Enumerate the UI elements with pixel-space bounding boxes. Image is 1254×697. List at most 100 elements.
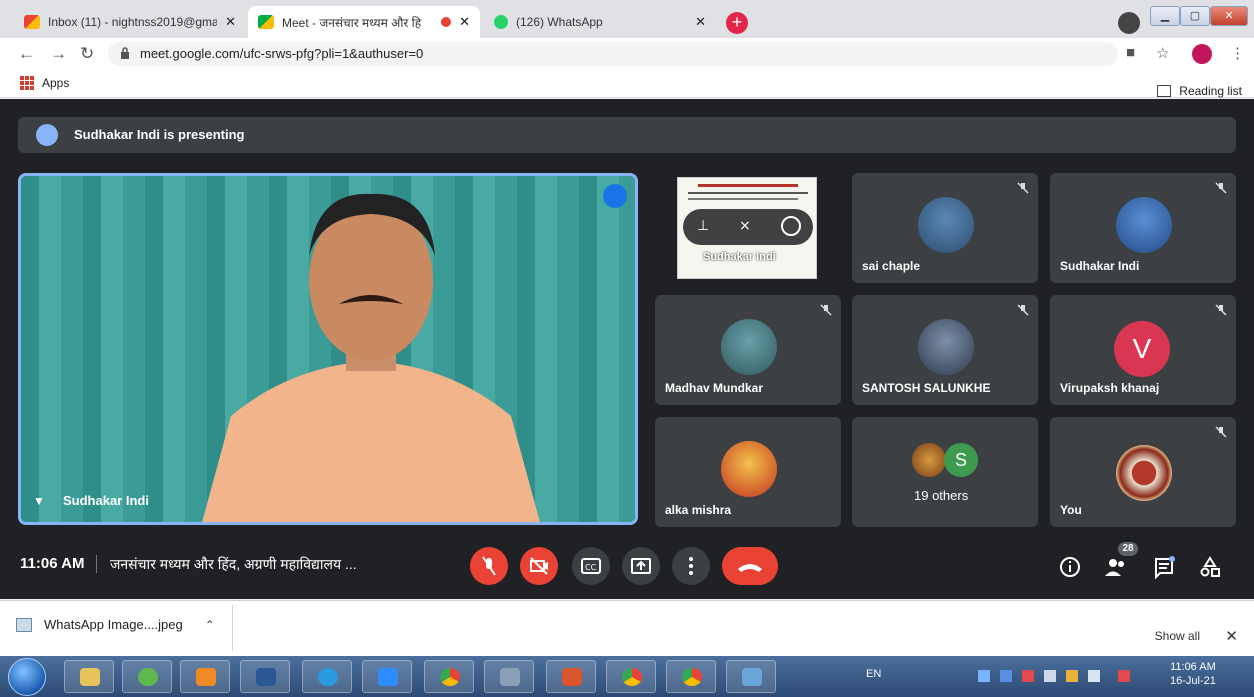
zoom-icon	[378, 668, 398, 686]
chrome-icon	[682, 668, 702, 686]
media-player-icon	[196, 668, 216, 686]
picture-viewer-button[interactable]	[726, 660, 776, 693]
speaker-video	[202, 193, 540, 522]
new-tab-button[interactable]: +	[726, 12, 748, 34]
participant-tile[interactable]: Madhav Mundkar	[655, 295, 841, 405]
start-button[interactable]	[8, 658, 46, 696]
participant-tile[interactable]: sai chaple	[852, 173, 1038, 283]
mute-icon[interactable]: ⨯	[739, 217, 751, 234]
reading-list-button[interactable]: Reading list	[1157, 84, 1242, 98]
outlook-button[interactable]	[546, 660, 596, 693]
address-bar[interactable]: meet.google.com/ufc-srws-pfg?pli=1&authu…	[108, 42, 1118, 66]
participant-name: alka mishra	[665, 503, 732, 517]
media-player-button[interactable]	[180, 660, 230, 693]
tab-label: (126) WhatsApp	[516, 15, 603, 29]
speaking-indicator-icon	[603, 184, 627, 208]
participant-tile[interactable]: SANTOSH SALUNKHE	[852, 295, 1038, 405]
network-icon[interactable]	[1088, 670, 1100, 682]
bookmarks-bar: Apps Reading list	[0, 70, 1254, 98]
camera-permission-icon[interactable]: ■	[1126, 44, 1135, 61]
reload-icon[interactable]: ↻	[80, 44, 94, 64]
calculator-button[interactable]	[484, 660, 534, 693]
download-filename: WhatsApp Image....jpeg	[44, 617, 183, 632]
tray-icon[interactable]	[1044, 670, 1056, 682]
participant-name: Sudhakar Indi	[1060, 259, 1140, 273]
taskbar-app-button[interactable]	[122, 660, 172, 693]
meeting-title: जनसंचार मध्यम और हिंद, अग्रणी महाविद्याल…	[110, 556, 357, 572]
chrome-window-button[interactable]	[666, 660, 716, 693]
extension-icon[interactable]	[1192, 44, 1212, 64]
chrome-profile-button[interactable]	[606, 660, 656, 693]
people-icon[interactable]	[1104, 555, 1128, 579]
bookmark-star-icon[interactable]: ☆	[1156, 44, 1169, 62]
forward-icon[interactable]: →	[50, 44, 67, 64]
maximize-button[interactable]: ▢	[1180, 6, 1210, 26]
svg-text:CC: CC	[585, 563, 597, 572]
avatar: V	[1114, 321, 1170, 377]
meeting-details-icon[interactable]	[1058, 555, 1082, 579]
participant-tile[interactable]: Sudhakar Indi	[1050, 173, 1236, 283]
participant-tile[interactable]: V Virupaksh khanaj	[1050, 295, 1236, 405]
screen-share-tile[interactable]: ⊥ ⨯ Sudhakar Indi	[655, 173, 841, 283]
minimize-button[interactable]: ▁	[1150, 6, 1180, 26]
main-speaker-tile[interactable]: ▼ Sudhakar Indi	[18, 173, 638, 525]
participant-name: SANTOSH SALUNKHE	[862, 381, 991, 395]
leave-call-button[interactable]	[722, 547, 778, 585]
mic-off-icon	[1215, 426, 1227, 438]
presenting-banner: Sudhakar Indi is presenting	[18, 117, 1236, 153]
pin-icon[interactable]: ▼	[33, 494, 45, 508]
present-button[interactable]	[622, 547, 660, 585]
tray-icon[interactable]	[978, 670, 990, 682]
tab-gmail[interactable]: Inbox (11) - nightnss2019@gma ✕	[14, 6, 246, 38]
tray-icon[interactable]	[1000, 670, 1012, 682]
tab-label: Meet - जनसंचार मध्यम और हि	[282, 15, 422, 30]
chrome-button[interactable]	[424, 660, 474, 693]
chat-icon[interactable]	[1152, 555, 1176, 579]
download-item[interactable]: WhatsApp Image....jpeg ⌃	[16, 617, 215, 632]
system-clock[interactable]: 11:06 AM 16-Jul-21	[1170, 660, 1216, 688]
participant-name: Madhav Mundkar	[665, 381, 764, 395]
language-indicator[interactable]: EN	[866, 668, 881, 680]
microphone-button[interactable]	[470, 547, 508, 585]
action-center-icon[interactable]	[1118, 670, 1130, 682]
close-tab-icon[interactable]: ✕	[225, 14, 236, 30]
zoom-button[interactable]	[362, 660, 412, 693]
others-tile[interactable]: S 19 others	[852, 417, 1038, 527]
profile-icon[interactable]	[1118, 12, 1140, 34]
more-options-button[interactable]	[672, 547, 710, 585]
activities-icon[interactable]	[1198, 555, 1222, 579]
close-window-button[interactable]: ✕	[1210, 6, 1248, 26]
file-explorer-button[interactable]	[64, 660, 114, 693]
system-tray[interactable]	[978, 668, 1138, 684]
avatar	[1116, 197, 1172, 253]
apps-bookmark[interactable]: Apps	[20, 76, 69, 90]
participant-name: sai chaple	[862, 259, 921, 273]
captions-button[interactable]: CC	[572, 547, 610, 585]
avatar: S	[944, 443, 978, 477]
tray-icon[interactable]	[1022, 670, 1034, 682]
participant-name: Sudhakar Indi	[703, 251, 776, 263]
back-icon[interactable]: ←	[18, 44, 35, 64]
close-tab-icon[interactable]: ✕	[459, 14, 470, 30]
mic-off-icon	[1215, 304, 1227, 316]
show-all-button[interactable]: Show all	[1155, 629, 1200, 643]
participant-tile[interactable]: alka mishra	[655, 417, 841, 527]
volume-icon[interactable]	[1066, 670, 1078, 682]
menu-icon[interactable]: ⋮	[1230, 44, 1245, 62]
pin-icon[interactable]: ⊥	[697, 217, 709, 234]
tab-meet[interactable]: Meet - जनसंचार मध्यम और हि ✕	[248, 6, 480, 38]
chevron-up-icon[interactable]: ⌃	[205, 618, 215, 632]
reading-list-label: Reading list	[1179, 84, 1242, 98]
remove-icon[interactable]	[781, 216, 801, 236]
presenting-text: Sudhakar Indi is presenting	[74, 127, 245, 142]
self-tile[interactable]: You	[1050, 417, 1236, 527]
tab-whatsapp[interactable]: (126) WhatsApp ✕	[484, 6, 716, 38]
gmail-icon	[24, 15, 40, 29]
word-button[interactable]	[240, 660, 290, 693]
close-icon[interactable]: ✕	[1225, 627, 1238, 645]
camera-button[interactable]	[520, 547, 558, 585]
close-tab-icon[interactable]: ✕	[695, 14, 706, 30]
internet-explorer-button[interactable]	[302, 660, 352, 693]
apps-grid-icon	[20, 76, 34, 90]
more-vert-icon	[689, 557, 693, 575]
